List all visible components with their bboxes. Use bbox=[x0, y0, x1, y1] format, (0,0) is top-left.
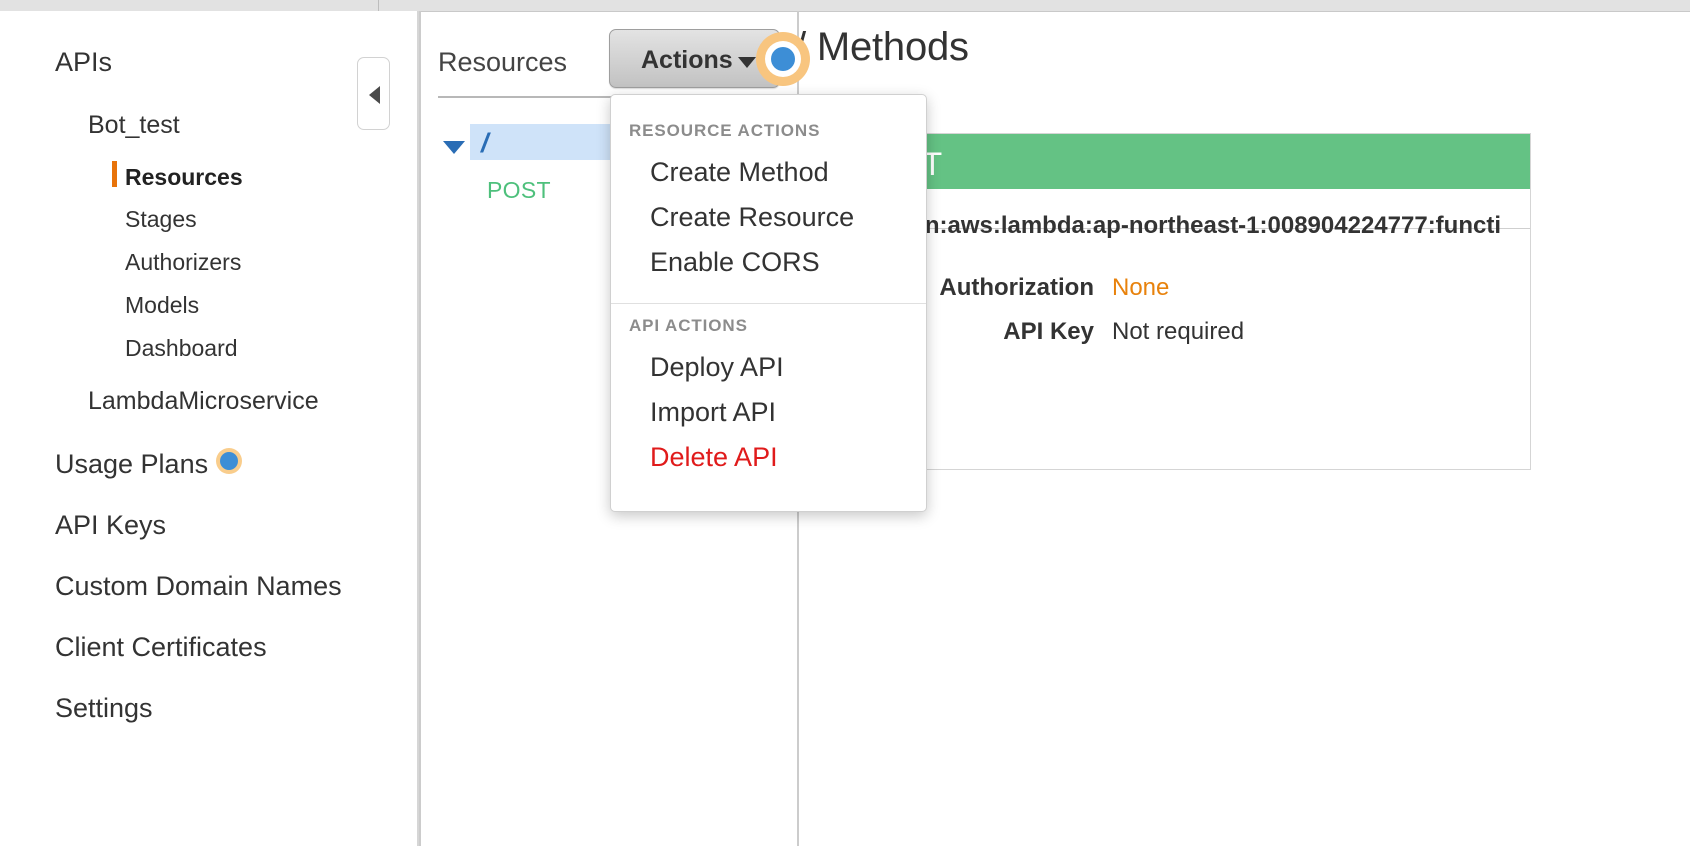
dropdown-divider bbox=[611, 303, 926, 304]
page-title: / Methods bbox=[795, 25, 969, 69]
sidebar-item-apis[interactable]: APIs bbox=[55, 49, 112, 76]
cursor-center-dot bbox=[771, 47, 795, 71]
sidebar-item-models[interactable]: Models bbox=[125, 294, 199, 317]
actions-button-label: Actions bbox=[641, 46, 733, 74]
dropdown-section-title: API ACTIONS bbox=[629, 316, 748, 335]
dropdown-section-title: RESOURCE ACTIONS bbox=[629, 121, 821, 140]
sidebar-collapse-button[interactable] bbox=[357, 57, 390, 130]
property-label: API Key bbox=[1003, 318, 1094, 345]
caret-left-icon bbox=[369, 86, 380, 104]
primary-cursor-marker bbox=[756, 32, 810, 86]
lambda-arn-value: arn:aws:lambda:ap-northeast-1:0089042247… bbox=[878, 212, 1501, 239]
dropdown-item-create-method[interactable]: Create Method bbox=[611, 151, 926, 196]
sidebar-item-authorizers[interactable]: Authorizers bbox=[125, 251, 241, 274]
dropdown-item-create-resource[interactable]: Create Resource bbox=[611, 196, 926, 241]
method-arn-row: arn:aws:lambda:ap-northeast-1:0089042247… bbox=[829, 212, 1530, 239]
actions-dropdown-menu[interactable]: RESOURCE ACTIONS Create Method Create Reso… bbox=[610, 94, 927, 512]
sidebar-selected-marker bbox=[112, 161, 117, 187]
sidebar-item-resources[interactable]: Resources bbox=[125, 166, 243, 189]
sidebar-item-settings[interactable]: Settings bbox=[55, 695, 153, 722]
left-navigation-sidebar: APIs Bot_test Resources Stages Authorizers Mo… bbox=[0, 11, 419, 846]
sidebar-item-client-certificates[interactable]: Client Certificates bbox=[55, 634, 267, 661]
dropdown-item-deploy-api[interactable]: Deploy API bbox=[611, 346, 926, 391]
method-card-header: POST bbox=[829, 134, 1530, 189]
sidebar-item-api-keys[interactable]: API Keys bbox=[55, 512, 166, 539]
dropdown-item-import-api[interactable]: Import API bbox=[611, 391, 926, 436]
sidebar-item-lambdamicroservice[interactable]: LambdaMicroservice bbox=[88, 389, 319, 414]
property-value[interactable]: Not required bbox=[1112, 318, 1244, 346]
dropdown-item-delete-api[interactable]: Delete API bbox=[611, 436, 926, 481]
sidebar-item-bot-test[interactable]: Bot_test bbox=[88, 113, 180, 138]
tree-method-post[interactable]: POST bbox=[487, 177, 551, 204]
sidebar-rail-divider bbox=[419, 11, 421, 846]
tree-root-label[interactable]: / bbox=[481, 128, 489, 159]
top-strip-divider bbox=[378, 0, 379, 11]
sidebar-item-dashboard[interactable]: Dashboard bbox=[125, 337, 238, 360]
sidebar-item-custom-domain-names[interactable]: Custom Domain Names bbox=[55, 573, 342, 600]
sidebar-item-stages[interactable]: Stages bbox=[125, 208, 197, 231]
property-value[interactable]: None bbox=[1112, 274, 1169, 302]
dropdown-item-enable-cors[interactable]: Enable CORS bbox=[611, 241, 926, 286]
property-label: Authorization bbox=[939, 274, 1094, 301]
caret-down-icon bbox=[738, 57, 756, 68]
sidebar-item-usage-plans[interactable]: Usage Plans bbox=[55, 451, 208, 478]
tree-expand-caret-icon[interactable] bbox=[443, 141, 465, 154]
method-detail-card: POST arn:aws:lambda:ap-northeast-1:00890… bbox=[828, 133, 1531, 470]
actions-dropdown-button[interactable]: Actions bbox=[609, 29, 780, 88]
resources-column-title: Resources bbox=[438, 47, 568, 77]
secondary-cursor-marker bbox=[216, 448, 242, 474]
